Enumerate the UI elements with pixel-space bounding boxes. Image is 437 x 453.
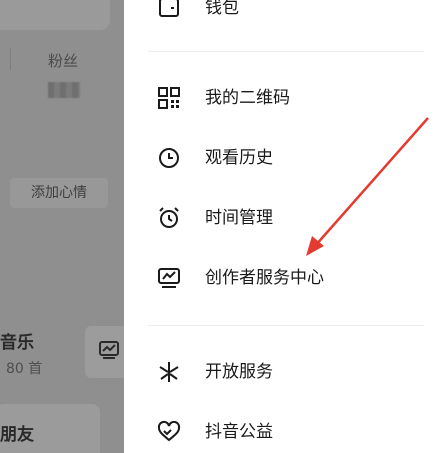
- menu-divider: [148, 325, 424, 326]
- menu-item-label: 钱包: [205, 0, 239, 18]
- menu-item-label: 观看历史: [205, 148, 273, 168]
- stats-divider: [10, 48, 11, 70]
- heart-hands-icon: [157, 420, 181, 442]
- menu-divider: [148, 51, 424, 52]
- friends-label: 朋友: [0, 425, 34, 445]
- sparkle-icon: [159, 362, 179, 382]
- menu-item-watch-history[interactable]: 观看历史: [124, 138, 437, 178]
- music-title: 音乐: [0, 333, 34, 353]
- fans-label: 粉丝: [48, 52, 79, 70]
- menu-item-label: 时间管理: [205, 208, 273, 228]
- menu-item-label: 开放服务: [205, 362, 273, 382]
- wallet-icon: [159, 0, 179, 17]
- menu-item-wallet[interactable]: 钱包: [124, 0, 437, 28]
- side-drawer: 钱包 我的二维码 观看历史 时间管理 创作者服务中心 开放服务 抖音公益: [124, 0, 437, 453]
- menu-item-charity[interactable]: 抖音公益: [124, 412, 437, 452]
- add-mood-button[interactable]: 添加心情: [10, 178, 108, 208]
- menu-item-label: 我的二维码: [205, 88, 290, 108]
- profile-background: 粉丝 添加心情 音乐 80 首 朋友: [0, 0, 124, 453]
- creator-chart-icon: [158, 268, 180, 288]
- menu-item-qr-code[interactable]: 我的二维码: [124, 78, 437, 118]
- menu-item-label: 创作者服务中心: [205, 268, 324, 288]
- menu-item-time-management[interactable]: 时间管理: [124, 198, 437, 238]
- creator-chart-icon: [99, 341, 119, 359]
- qr-code-icon: [158, 87, 180, 109]
- music-thumbnail[interactable]: [85, 326, 124, 378]
- alarm-clock-icon: [159, 207, 179, 228]
- fans-count-blurred: [48, 82, 80, 98]
- menu-item-label: 抖音公益: [205, 422, 273, 442]
- menu-item-open-services[interactable]: 开放服务: [124, 352, 437, 392]
- profile-header-card: [0, 0, 110, 30]
- menu-item-creator-service-center[interactable]: 创作者服务中心: [124, 258, 437, 298]
- music-count: 80 首: [6, 361, 43, 377]
- clock-icon: [159, 148, 179, 168]
